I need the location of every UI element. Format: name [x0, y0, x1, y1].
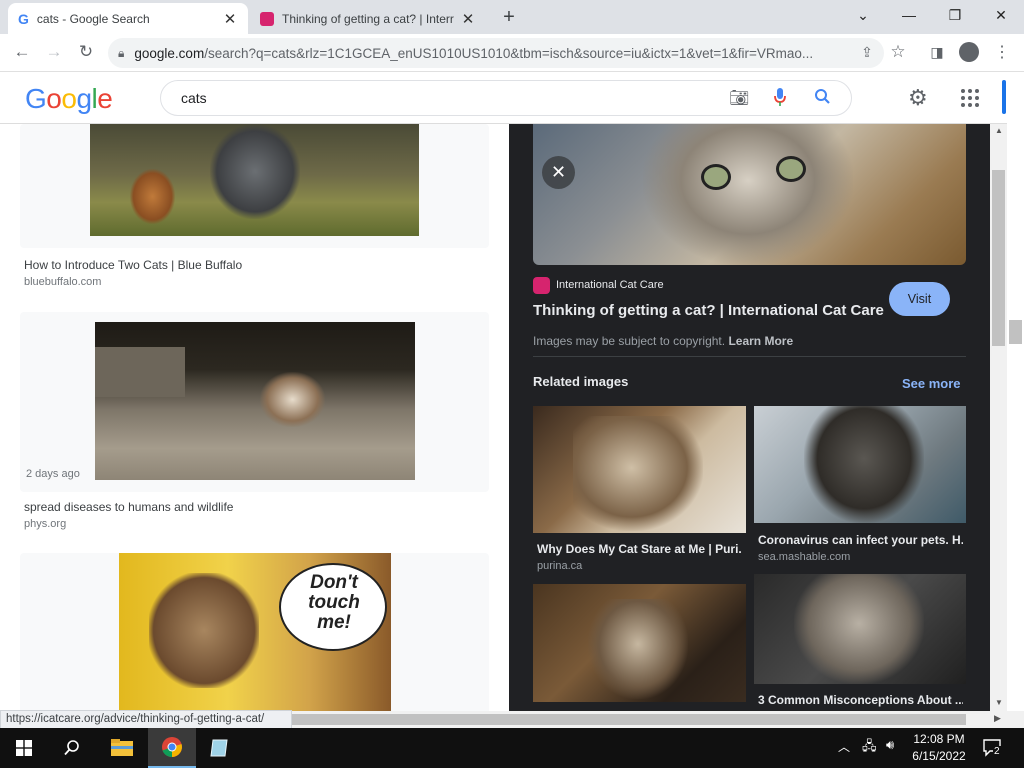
sign-in-edge[interactable] — [1002, 80, 1006, 114]
related-site: sea.mashable.com — [758, 551, 851, 563]
status-bar-url: https://icatcare.org/advice/thinking-of-… — [0, 710, 292, 729]
result-card[interactable]: 2 days ago — [20, 312, 489, 492]
related-images-heading: Related images — [533, 374, 629, 389]
close-tab-icon[interactable]: ✕ — [222, 10, 238, 28]
divider — [533, 356, 966, 357]
image-results-grid: How to Introduce Two Cats | Blue Buffalo… — [0, 124, 509, 711]
outer-scrollbar[interactable] — [1007, 72, 1024, 711]
clock[interactable]: 12:08 PM 6/15/2022 — [906, 731, 972, 765]
settings-gear-icon[interactable]: ⚙ — [908, 86, 932, 110]
google-favicon-icon: G — [18, 10, 29, 27]
result-card[interactable]: Don't touch me! — [20, 553, 489, 711]
result-image-angry-cat[interactable]: Don't touch me! — [119, 553, 391, 711]
scrollbar-thumb[interactable] — [992, 170, 1005, 346]
reload-icon[interactable]: ↻ — [74, 40, 98, 64]
scroll-down-arrow-icon[interactable]: ▼ — [995, 698, 1003, 707]
tab-title: Thinking of getting a cat? | Interr — [282, 11, 454, 26]
tab-google-search[interactable]: G cats - Google Search ✕ — [8, 3, 248, 34]
camera-icon[interactable]: 📷︎ — [729, 88, 749, 108]
tab-icatcare[interactable]: Thinking of getting a cat? | Interr ✕ — [250, 3, 486, 34]
speech-bubble-text: Don't touch me! — [308, 572, 360, 633]
clock-date: 6/15/2022 — [912, 749, 966, 763]
related-image-1[interactable] — [533, 406, 746, 533]
result-site: phys.org — [24, 518, 67, 530]
related-caption[interactable]: 3 Common Misconceptions About ... — [758, 693, 963, 707]
preview-title[interactable]: Thinking of getting a cat? | Internation… — [533, 302, 884, 319]
outer-scrollbar-thumb[interactable] — [1009, 320, 1022, 344]
learn-more-link[interactable]: Learn More — [728, 334, 793, 348]
profile-avatar[interactable] — [959, 42, 979, 62]
icatcare-favicon-icon — [260, 11, 274, 26]
back-arrow-icon[interactable]: ← — [10, 40, 34, 64]
copyright-text: Images may be subject to copyright. — [533, 334, 726, 348]
close-preview-button[interactable]: ✕ — [542, 156, 575, 189]
new-tab-button[interactable]: + — [498, 6, 520, 28]
page-scrollbar[interactable]: ▲ ▼ — [990, 124, 1007, 711]
visit-button[interactable]: Visit — [889, 282, 950, 316]
maximize-button[interactable]: ❐ — [932, 0, 978, 30]
bookmark-star-icon[interactable]: ☆ — [886, 40, 910, 64]
related-image-3[interactable] — [533, 584, 746, 702]
windows-start-icon[interactable] — [0, 728, 48, 768]
google-logo[interactable]: Google — [25, 83, 113, 115]
browser-menu-icon[interactable]: ⋮ — [990, 40, 1014, 64]
scroll-right-arrow-icon[interactable]: ▶ — [994, 713, 1001, 724]
result-image-street-cat[interactable] — [95, 322, 415, 480]
see-more-link[interactable]: See more — [902, 376, 961, 391]
related-image-4[interactable] — [754, 574, 966, 684]
source-name[interactable]: International Cat Care — [556, 279, 664, 291]
microphone-icon[interactable] — [772, 86, 788, 108]
network-icon[interactable]: 🖧︎ — [862, 737, 877, 759]
tab-search-icon[interactable]: ⌄ — [840, 0, 886, 30]
icatcare-logo-icon — [533, 277, 550, 294]
tab-title: cats - Google Search — [36, 11, 150, 26]
close-window-button[interactable]: ✕ — [978, 0, 1024, 30]
clock-time: 12:08 PM — [913, 732, 965, 746]
image-preview-panel: ✕ International Cat Care Thinking of get… — [509, 124, 990, 711]
search-icon[interactable] — [813, 86, 833, 108]
minimize-button[interactable]: — — [886, 0, 932, 30]
related-image-2[interactable] — [754, 406, 966, 523]
app-taskbar-icon[interactable] — [196, 728, 244, 768]
taskbar-search-icon[interactable] — [48, 728, 96, 768]
related-site: purina.ca — [537, 560, 583, 572]
result-image-two-cats[interactable] — [90, 124, 419, 236]
url-text: google.com/search?q=cats&rlz=1C1GCEA_enU… — [134, 45, 814, 61]
copyright-notice: Images may be subject to copyright. Lear… — [533, 334, 793, 348]
share-icon[interactable]: ⇪ — [855, 40, 879, 64]
chrome-taskbar-icon[interactable] — [148, 728, 196, 768]
forward-arrow-icon[interactable]: → — [42, 40, 66, 64]
notification-center-icon[interactable]: 2 — [982, 738, 1004, 758]
related-caption[interactable]: Why Does My Cat Stare at Me | Puri... — [537, 542, 742, 556]
result-title[interactable]: spread diseases to humans and wildlife — [24, 500, 233, 514]
apps-grid-icon[interactable] — [960, 88, 980, 108]
result-title[interactable]: How to Introduce Two Cats | Blue Buffalo — [24, 258, 242, 272]
side-panel-icon[interactable]: ◨ — [925, 40, 949, 64]
close-tab-icon[interactable]: ✕ — [460, 10, 476, 28]
volume-icon[interactable]: 🔊︎ — [886, 737, 894, 753]
result-site: bluebuffalo.com — [24, 276, 102, 288]
file-explorer-icon[interactable] — [98, 728, 146, 768]
result-age-badge: 2 days ago — [26, 468, 80, 480]
result-card[interactable] — [20, 124, 489, 248]
related-caption[interactable]: Coronavirus can infect your pets. H... — [758, 533, 963, 547]
lock-icon: 🔒︎ — [118, 45, 125, 60]
notification-count: 2 — [993, 746, 1001, 757]
address-bar[interactable]: 🔒︎ google.com/search?q=cats&rlz=1C1GCEA_… — [108, 38, 884, 68]
scroll-up-arrow-icon[interactable]: ▲ — [995, 126, 1003, 135]
preview-image-kitten[interactable] — [533, 124, 966, 265]
search-query-text: cats — [181, 90, 207, 106]
show-hidden-icons-icon[interactable]: ︿ — [838, 738, 850, 755]
